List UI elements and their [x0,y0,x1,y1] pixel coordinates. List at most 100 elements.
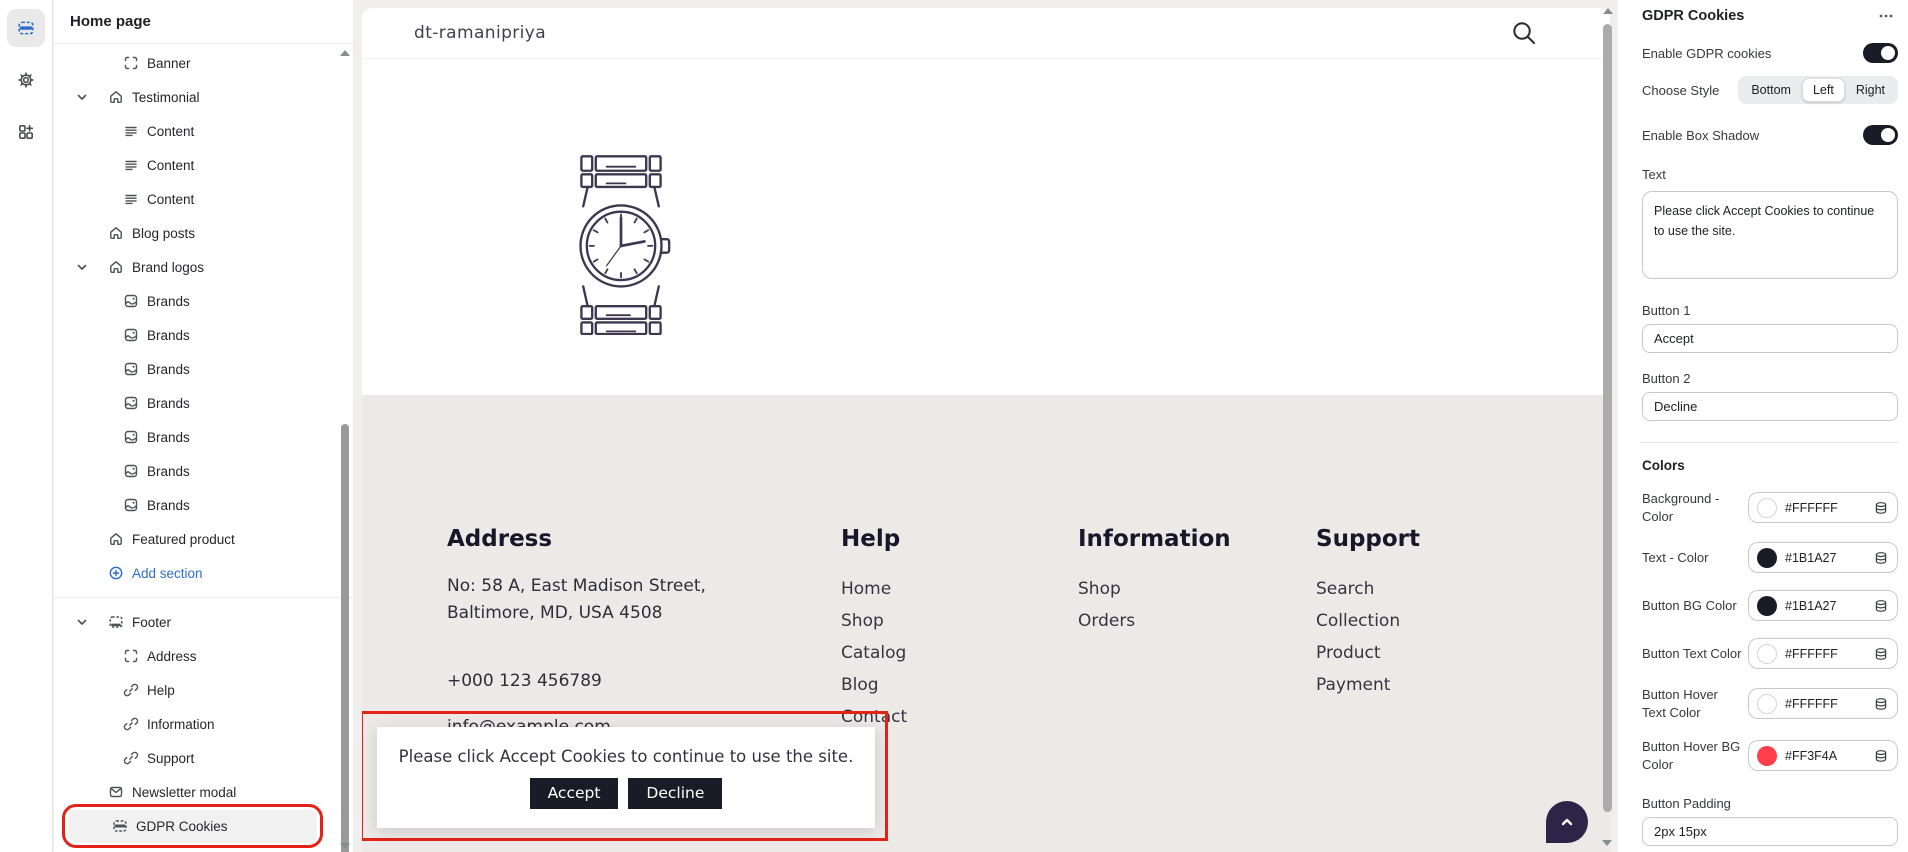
sidebar-scrollbar[interactable] [338,46,352,852]
footer-link-catalog[interactable]: Catalog [841,637,1078,669]
tree-item-brands[interactable]: Brands [64,421,335,453]
tree-item-content[interactable]: Content [64,183,335,215]
gdpr-banner-highlight: Please click Accept Cookies to continue … [362,711,888,841]
color-row-text-color: Text - Color#1B1A27 [1642,542,1898,573]
text-lines-icon [123,191,139,207]
rail-apps-button[interactable] [7,113,45,151]
color-hex-value: #FFFFFF [1785,501,1873,515]
scroll-down-arrow-icon[interactable] [340,843,350,849]
tree-item-brands[interactable]: Brands [64,489,335,521]
rail-sections-button[interactable] [7,9,45,47]
tree-item-brands[interactable]: Brands [64,455,335,487]
image-icon [123,361,139,377]
image-icon [123,463,139,479]
sections-sidebar: Home page BannerTestimonialContentConten… [54,0,354,852]
button-padding-input[interactable] [1642,817,1898,846]
style-option-right[interactable]: Right [1845,78,1896,102]
color-picker-button-text-color[interactable]: #FFFFFF [1748,638,1898,669]
footer-link-shop[interactable]: Shop [841,605,1078,637]
scroll-down-arrow-icon[interactable] [1602,840,1612,846]
scroll-up-arrow-icon[interactable] [340,50,350,56]
image-icon [123,429,139,445]
footer-phone: +000 123 456789 [447,671,841,691]
tree-item-label: Brands [147,498,190,513]
button2-text-input[interactable] [1642,392,1898,421]
tree-item-add-section[interactable]: Add section [64,557,335,589]
color-row-label: Button BG Color [1642,597,1744,615]
footer-link-collection[interactable]: Collection [1316,605,1610,637]
footer-link-search[interactable]: Search [1316,573,1610,605]
colors-section-heading: Colors [1642,458,1898,473]
color-row-label: Button Hover BG Color [1642,738,1744,773]
tree-item-featured-product[interactable]: Featured product [64,523,335,555]
footer-link-product[interactable]: Product [1316,637,1610,669]
cookie-banner: Please click Accept Cookies to continue … [377,727,875,828]
tree-item-label: Testimonial [132,90,200,105]
preview-scrollbar[interactable] [1601,0,1614,852]
chevron-down-icon[interactable] [74,259,90,275]
tree-item-label: Footer [132,615,171,630]
tree-item-content[interactable]: Content [64,149,335,181]
tree-item-brand-logos[interactable]: Brand logos [64,251,335,283]
tree-item-label: Banner [147,56,191,71]
tree-item-newsletter-modal[interactable]: Newsletter modal [64,776,335,808]
color-picker-button-hover-bg-color[interactable]: #FF3F4A [1748,740,1898,771]
address-line: No: 58 A, East Madison Street, [447,573,841,600]
tree-item-help[interactable]: Help [64,674,335,706]
ellipsis-icon[interactable] [1878,8,1894,24]
style-option-left[interactable]: Left [1802,78,1845,102]
cookie-text-input[interactable] [1642,191,1898,279]
color-hex-value: #FF3F4A [1785,749,1873,763]
footer-icon [108,614,124,630]
tree-item-support[interactable]: Support [64,742,335,774]
color-picker-button-hover-text-color[interactable]: #FFFFFF [1748,688,1898,719]
tree-item-banner[interactable]: Banner [64,47,335,79]
tree-item-recently-purchased[interactable]: Recently purchased [64,844,335,852]
tree-item-brands[interactable]: Brands [64,319,335,351]
tree-item-blog-posts[interactable]: Blog posts [64,217,335,249]
footer-link-payment[interactable]: Payment [1316,669,1610,701]
sidebar-scrollbar-thumb[interactable] [341,424,349,852]
tree-item-content[interactable]: Content [64,115,335,147]
tree-item-testimonial[interactable]: Testimonial [64,81,335,113]
tree-item-information[interactable]: Information [64,708,335,740]
preview-scrollbar-thumb[interactable] [1603,24,1612,812]
chevron-down-icon[interactable] [74,614,90,630]
rail-settings-button[interactable] [7,61,45,99]
frame-icon [123,648,139,664]
scroll-to-top-button[interactable] [1546,801,1588,843]
footer-column-information: InformationShopOrders [1078,526,1316,852]
color-picker-background-color[interactable]: #FFFFFF [1748,492,1898,523]
button1-text-input[interactable] [1642,324,1898,353]
footer-link-shop[interactable]: Shop [1078,573,1316,605]
home-icon [108,531,124,547]
footer-link-home[interactable]: Home [841,573,1078,605]
preview-area: dt-ramanipriya [355,0,1618,852]
chevron-down-icon[interactable] [74,89,90,105]
tree-item-gdpr-cookies[interactable]: GDPR Cookies [68,810,317,842]
footer-link-blog[interactable]: Blog [841,669,1078,701]
search-icon[interactable] [1510,19,1538,47]
button1-field-label: Button 1 [1642,303,1898,318]
enable-gdpr-toggle[interactable] [1863,43,1898,63]
tree-item-footer[interactable]: Footer [64,606,335,638]
image-icon [123,497,139,513]
color-row-button-hover-text-color: Button Hover Text Color#FFFFFF [1642,686,1898,721]
accept-cookies-button[interactable]: Accept [530,778,619,809]
scroll-up-arrow-icon[interactable] [1603,8,1613,14]
tree-item-brands[interactable]: Brands [64,285,335,317]
footer-link-orders[interactable]: Orders [1078,605,1316,637]
button2-field-label: Button 2 [1642,371,1898,386]
color-picker-text-color[interactable]: #1B1A27 [1748,542,1898,573]
enable-box-shadow-toggle[interactable] [1863,125,1898,145]
tree-item-brands[interactable]: Brands [64,387,335,419]
mail-icon [108,784,124,800]
tree-item-address[interactable]: Address [64,640,335,672]
style-option-bottom[interactable]: Bottom [1740,78,1802,102]
color-picker-button-bg-color[interactable]: #1B1A27 [1748,590,1898,621]
color-row-button-text-color: Button Text Color#FFFFFF [1642,638,1898,669]
store-header: dt-ramanipriya [362,8,1610,59]
tree-item-brands[interactable]: Brands [64,353,335,385]
cookie-banner-buttons: Accept Decline [530,778,723,809]
decline-cookies-button[interactable]: Decline [628,778,722,809]
